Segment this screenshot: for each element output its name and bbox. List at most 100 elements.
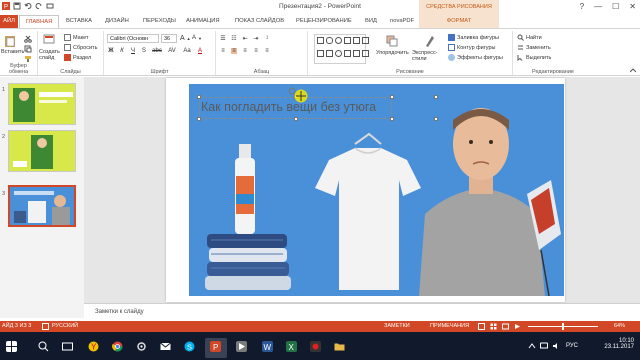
folder-icon[interactable] <box>334 341 345 352</box>
tab-insert[interactable]: ВСТАВКА <box>66 15 92 28</box>
slideshow-view-icon[interactable] <box>514 323 521 330</box>
quick-styles-icon[interactable] <box>424 34 436 48</box>
arrange-button[interactable]: Упорядочить <box>376 50 409 56</box>
char-spacing-button[interactable]: AV <box>167 48 177 54</box>
paste-icon[interactable] <box>4 34 16 48</box>
language-indicator[interactable]: РУССКИЙ <box>52 323 78 329</box>
tab-animation[interactable]: АНИМАЦИЯ <box>186 15 220 28</box>
shape-circle[interactable] <box>335 49 342 57</box>
new-slide-icon[interactable] <box>43 34 55 46</box>
grow-font-button[interactable]: A ▲ <box>180 35 191 42</box>
slide-thumbnail-3[interactable] <box>8 185 76 227</box>
chrome-icon[interactable] <box>112 341 123 352</box>
shape-arrow[interactable] <box>353 37 360 44</box>
notes-pane[interactable]: Заметки к слайду <box>84 303 640 321</box>
task-view-icon[interactable] <box>62 341 73 352</box>
shape-effects-button[interactable]: Эффекты фигуры <box>448 54 503 61</box>
paste-button[interactable]: Вставить <box>1 49 24 55</box>
resize-handle[interactable] <box>294 117 298 121</box>
help-button[interactable]: ? <box>580 2 584 11</box>
shape-oval[interactable] <box>335 37 342 44</box>
shadow-button[interactable]: S <box>141 48 147 54</box>
font-color-button[interactable]: A <box>197 48 203 54</box>
shapes-gallery[interactable] <box>314 34 369 64</box>
shape-rect[interactable] <box>317 37 324 44</box>
spellcheck-icon[interactable] <box>42 323 49 330</box>
section-button[interactable]: Раздел <box>64 54 91 61</box>
email-icon[interactable] <box>160 341 171 352</box>
layout-button[interactable]: Макет <box>64 34 89 41</box>
shape-rounded[interactable] <box>326 37 333 44</box>
align-center-button[interactable]: ≡ <box>231 48 237 54</box>
yandex-icon[interactable]: Y <box>88 341 99 352</box>
strikethrough-button[interactable]: abc <box>152 48 162 54</box>
comments-button[interactable]: ПРИМЕЧАНИЯ <box>430 323 469 329</box>
italic-button[interactable]: К <box>119 48 125 54</box>
tab-slideshow[interactable]: ПОКАЗ СЛАЙДОВ <box>235 15 284 28</box>
resize-handle[interactable] <box>390 117 394 121</box>
tray-language[interactable]: РУС <box>566 343 578 349</box>
new-slide-button[interactable]: Создать слайд <box>39 49 65 61</box>
change-case-button[interactable]: Aa <box>182 48 192 54</box>
format-painter-icon[interactable] <box>24 55 32 63</box>
resize-handle[interactable] <box>197 95 201 99</box>
reset-button[interactable]: Сбросить <box>64 44 97 51</box>
close-button[interactable]: ✕ <box>629 2 636 11</box>
tab-format[interactable]: ФОРМАТ <box>419 15 499 28</box>
shape-more[interactable] <box>362 49 369 57</box>
tab-view[interactable]: ВИД <box>365 15 377 28</box>
tab-transitions[interactable]: ПЕРЕХОДЫ <box>143 15 176 28</box>
quick-styles-button[interactable]: Экспресс-стили <box>412 50 444 62</box>
tray-arrow-icon[interactable] <box>528 342 536 350</box>
sorter-view-icon[interactable] <box>490 323 497 330</box>
increase-indent-button[interactable]: ⇥ <box>253 35 259 42</box>
underline-button[interactable]: Ч <box>130 48 136 54</box>
settings-icon[interactable] <box>136 341 147 352</box>
shape-star[interactable] <box>344 49 351 57</box>
record-icon[interactable] <box>310 341 321 352</box>
cut-icon[interactable] <box>24 35 32 43</box>
shape-line[interactable] <box>344 37 351 44</box>
shape-brace[interactable] <box>326 49 333 57</box>
align-left-button[interactable]: ≡ <box>220 48 226 54</box>
font-size-box[interactable]: 36 <box>161 34 177 43</box>
shape-fill-button[interactable]: Заливка фигуры <box>448 34 499 41</box>
columns-button[interactable]: ≡ <box>264 48 270 54</box>
find-button[interactable]: Найти <box>517 34 542 41</box>
excel-icon[interactable]: X <box>286 341 297 352</box>
skype-icon[interactable]: S <box>184 341 195 352</box>
font-name-box[interactable]: Calibri (Основн <box>107 34 159 43</box>
justify-button[interactable]: ≡ <box>253 48 259 54</box>
line-spacing-button[interactable]: ↕ <box>264 35 270 42</box>
slide-thumbnail-1[interactable] <box>8 83 76 125</box>
copy-icon[interactable] <box>24 45 32 53</box>
zoom-level[interactable]: 64% <box>614 323 625 329</box>
volume-icon[interactable] <box>552 342 560 350</box>
shrink-font-button[interactable]: A ▼ <box>192 35 202 41</box>
resize-handle[interactable] <box>434 95 438 99</box>
powerpoint-icon[interactable]: P <box>210 341 221 352</box>
align-right-button[interactable]: ≡ <box>242 48 248 54</box>
word-icon[interactable]: W <box>262 341 273 352</box>
shape-outline-button[interactable]: Контур фигуры <box>448 44 495 51</box>
search-icon[interactable] <box>38 341 49 352</box>
clock[interactable]: 10:10 23.11.2017 <box>604 338 634 350</box>
tab-home[interactable]: ГЛАВНАЯ <box>19 15 59 28</box>
shape-triangle[interactable] <box>362 37 369 44</box>
normal-view-icon[interactable] <box>478 323 485 330</box>
replace-button[interactable]: Заменить <box>517 44 551 51</box>
shape-textbox[interactable] <box>317 49 324 57</box>
bullets-button[interactable]: ☰ <box>220 35 226 42</box>
shape-callout[interactable] <box>353 49 360 57</box>
minimize-button[interactable]: — <box>594 2 602 11</box>
decrease-indent-button[interactable]: ⇤ <box>242 35 248 42</box>
tab-file[interactable]: АЙЛ <box>0 15 18 28</box>
select-button[interactable]: Выделить <box>517 54 551 61</box>
numbering-button[interactable]: ☷ <box>231 35 237 42</box>
slide-thumbnail-2[interactable] <box>8 130 76 172</box>
slide-title[interactable]: Как погладить вещи без утюга <box>201 100 376 114</box>
media-icon[interactable] <box>236 341 247 352</box>
resize-handle[interactable] <box>434 117 438 121</box>
zoom-slider-thumb[interactable] <box>562 323 564 330</box>
tab-review[interactable]: РЕЦЕНЗИРОВАНИЕ <box>296 15 352 28</box>
